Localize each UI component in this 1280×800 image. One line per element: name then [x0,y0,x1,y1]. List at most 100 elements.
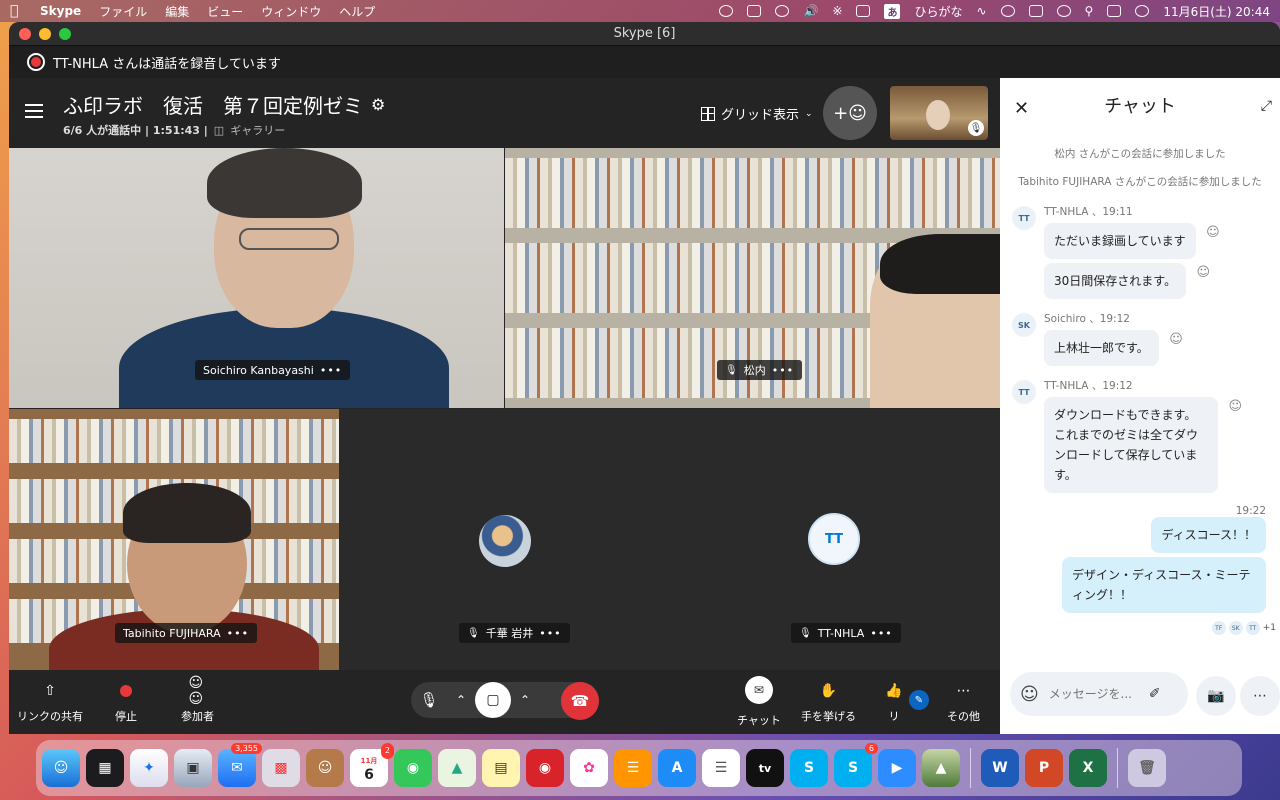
gear-icon[interactable]: ⚙ [371,95,385,114]
chat-more-button[interactable]: ⋯ [1240,676,1280,716]
check-icon[interactable] [719,5,734,17]
notes-icon[interactable]: ▤ [482,749,520,787]
preview-icon[interactable]: ▣ [174,749,212,787]
volume-icon[interactable]: 🔊 [803,4,818,18]
battery-icon[interactable] [856,5,871,17]
menu-window[interactable]: ウィンドウ [261,3,321,20]
more-icon[interactable]: ••• [772,364,794,377]
menu-icon[interactable] [25,104,43,118]
powerpoint-icon[interactable]: P [1025,749,1063,787]
avatar[interactable]: TT [1012,206,1036,230]
input-method-icon[interactable]: あ [884,3,901,19]
react-button[interactable]: 👍 リ [885,682,903,724]
trash-icon[interactable]: 🗑 [1128,749,1166,787]
skype-icon[interactable]: S [790,749,828,787]
format-pen-icon[interactable]: ✐ [1149,686,1161,702]
message-input[interactable] [1048,687,1139,701]
camera-options-chevron[interactable]: ⌃ [511,682,539,718]
word-icon[interactable]: W [981,749,1019,787]
search-icon[interactable]: ⚲ [1085,4,1094,18]
keyboard-icon[interactable] [1028,5,1043,17]
close-window-button[interactable] [19,27,31,40]
messages-icon[interactable]: ◉ [394,749,432,787]
books-icon[interactable]: ☰ [614,749,652,787]
minimize-window-button[interactable] [39,27,51,40]
calendar-icon[interactable]: 11月 6 2 [350,743,394,787]
input-method-label[interactable]: ひらがな [914,3,962,20]
launchpad-icon[interactable]: ▩ [262,749,300,787]
smiley-icon[interactable]: ☺ [1169,330,1183,350]
add-participant-button[interactable]: +☺ [823,86,877,140]
mail-icon[interactable]: ✉ 3,355 [218,743,262,787]
participants-button[interactable]: ☺☺ 参加者 [181,675,214,724]
mic-options-chevron[interactable]: ⌃ [447,682,475,718]
menu-file[interactable]: ファイル [99,3,147,20]
tile-label[interactable]: Tabihito FUJIHARA ••• [115,623,258,643]
expand-icon[interactable]: ⤢ [1261,98,1272,114]
mic-toggle-button[interactable]: 🎙 [411,682,447,718]
message-bubble-outgoing[interactable]: ディスコース！！ [1151,517,1266,553]
smiley-icon[interactable]: ☺ [1197,263,1211,283]
menu-edit[interactable]: 編集 [165,3,189,20]
camera-toggle-button[interactable]: ▢ [475,682,511,718]
control-center-icon[interactable] [1107,5,1122,17]
reminders-icon[interactable]: ☰ [702,749,740,787]
chat-button[interactable]: ✉ チャット [737,676,781,728]
grid-view-button[interactable]: グリッド表示 ⌄ [701,104,813,123]
zoom-icon[interactable]: ▶ [878,749,916,787]
menu-view[interactable]: ビュー [207,3,243,20]
contacts-icon[interactable]: ☺ [306,749,344,787]
avatar[interactable]: SK [1012,313,1036,337]
dropbox-icon[interactable] [747,5,762,17]
message-bubble[interactable]: ダウンロードもできます。これまでのゼミは全てダウンロードして保存しています。 ☺ [1044,397,1242,493]
tile-label[interactable]: 🎙 松内 ••• [717,360,803,380]
photos-icon[interactable]: ✿ [570,749,608,787]
avatar[interactable]: TT [1012,380,1036,404]
share-link-button[interactable]: ⇧ リンクの共有 [17,682,83,724]
video-tile-iwai[interactable]: 🎙 千華 岩井 ••• [339,409,669,670]
video-tile-soichiro[interactable]: Soichiro Kanbayashi ••• [9,148,504,408]
video-tile-tt-nhla[interactable]: TT 🎙 TT-NHLA ••• [669,409,1000,670]
attach-media-button[interactable]: 📷 [1196,676,1236,716]
finder-icon[interactable]: ☺ [42,749,80,787]
clock-icon[interactable] [1056,5,1071,17]
window-titlebar[interactable]: Skype [6] [9,22,1280,46]
menu-app-name[interactable]: Skype [40,4,81,18]
self-preview[interactable]: 🎙 [890,86,988,140]
bluetooth-icon[interactable]: ※ [832,4,842,18]
mission-control-icon[interactable]: ▦ [86,749,124,787]
menu-help[interactable]: ヘルプ [339,3,375,20]
siri-icon[interactable] [1135,5,1150,17]
smiley-icon[interactable]: ☺ [1228,397,1242,417]
safari-icon[interactable]: ✦ [130,749,168,787]
message-bubble[interactable]: 30日間保存されます。 ☺ [1044,263,1210,299]
smiley-icon[interactable]: ☺ [1206,223,1220,243]
affinity-icon[interactable]: ▲ [922,749,960,787]
maps-icon[interactable]: ▲ [438,749,476,787]
user-icon[interactable] [1000,5,1015,17]
more-icon[interactable]: ••• [539,627,561,640]
pen-icon[interactable]: ✎ [909,690,929,710]
app-store-icon[interactable]: A [658,749,696,787]
message-bubble-outgoing[interactable]: デザイン・ディスコース・ミーティング！！ [1062,557,1266,613]
tile-label[interactable]: 🎙 TT-NHLA ••• [791,623,901,643]
apple-icon[interactable]:  [10,4,24,18]
wifi-icon[interactable]: ∿ [976,4,986,18]
more-icon[interactable]: ••• [227,627,249,640]
raise-hand-button[interactable]: ✋ 手を挙げる [801,682,856,724]
excel-icon[interactable]: X [1069,749,1107,787]
apple-tv-icon[interactable]: tv [746,749,784,787]
photo-booth-icon[interactable]: ◉ [526,749,564,787]
end-call-button[interactable]: ☎ [561,682,599,720]
zoom-window-button[interactable] [59,27,71,40]
more-button[interactable]: ⋯ その他 [947,682,980,724]
play-icon[interactable] [775,5,790,17]
read-receipts[interactable]: TF SK TT +1 [1000,621,1280,635]
emoji-icon[interactable]: ☺ [1020,684,1039,705]
tile-label[interactable]: 🎙 千華 岩井 ••• [459,623,570,643]
video-tile-matsuuchi[interactable]: 🎙 松内 ••• [505,148,1000,408]
menubar-datetime[interactable]: 11月6日(土) 20:44 [1163,3,1270,20]
message-bubble[interactable]: ただいま録画しています ☺ [1044,223,1220,259]
message-bubble[interactable]: 上林壮一郎です。 ☺ [1044,330,1183,366]
video-tile-tabihito[interactable]: Tabihito FUJIHARA ••• [9,409,339,670]
